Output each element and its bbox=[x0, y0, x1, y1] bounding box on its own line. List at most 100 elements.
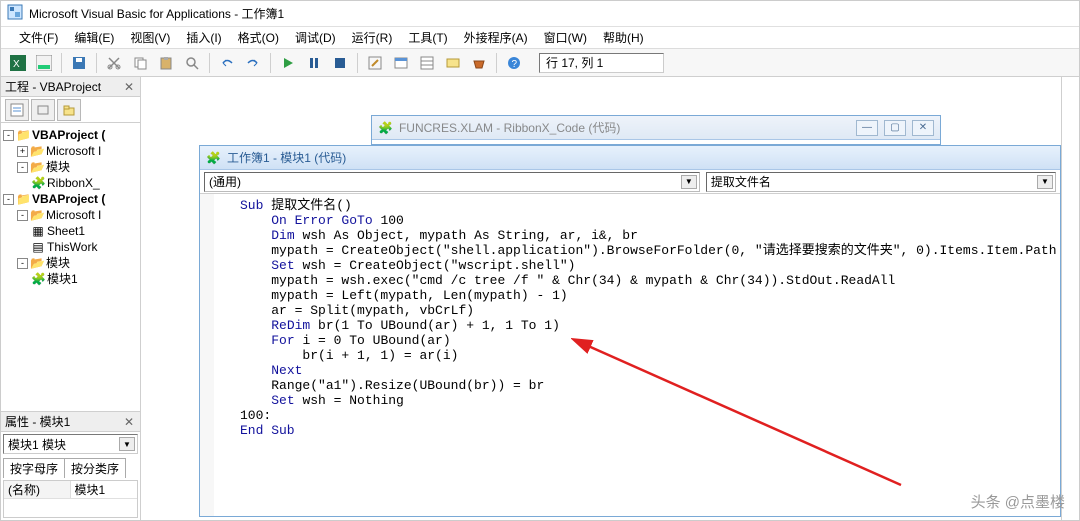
properties-panel: 属性 - 模块1 ✕ 模块1 模块▼ 按字母序 按分类序 (名称) 模块1 bbox=[1, 412, 140, 520]
chevron-down-icon: ▼ bbox=[1037, 175, 1053, 189]
copy-icon[interactable] bbox=[129, 52, 151, 74]
code-line[interactable]: Dim wsh As Object, mypath As String, ar,… bbox=[240, 228, 1054, 243]
menu-run[interactable]: 运行(R) bbox=[344, 27, 401, 48]
redo-icon[interactable] bbox=[242, 52, 264, 74]
save-icon[interactable] bbox=[68, 52, 90, 74]
chevron-down-icon: ▼ bbox=[681, 175, 697, 189]
tab-categorized[interactable]: 按分类序 bbox=[64, 458, 126, 478]
properties-grid[interactable]: (名称) 模块1 bbox=[3, 480, 138, 518]
menu-tools[interactable]: 工具(T) bbox=[400, 27, 455, 48]
menu-file[interactable]: 文件(F) bbox=[11, 27, 66, 48]
module-icon: 🧩 bbox=[206, 151, 221, 165]
code-line[interactable]: Next bbox=[240, 363, 1054, 378]
tab-alphabetic[interactable]: 按字母序 bbox=[3, 458, 65, 478]
properties-panel-title: 属性 - 模块1 bbox=[5, 413, 70, 430]
tree-module[interactable]: 🧩模块1 bbox=[3, 271, 138, 287]
help-icon[interactable]: ? bbox=[503, 52, 525, 74]
code-line[interactable]: Range("a1").Resize(UBound(br)) = br bbox=[240, 378, 1054, 393]
word-icon[interactable] bbox=[33, 52, 55, 74]
properties-icon[interactable] bbox=[416, 52, 438, 74]
project-tree[interactable]: -📁VBAProject ( +📂Microsoft I -📂模块 🧩Ribbo… bbox=[1, 123, 140, 412]
child-window-title: 工作簿1 - 模块1 (代码) bbox=[227, 149, 1054, 166]
module-icon: 🧩 bbox=[31, 175, 45, 191]
tree-workbook[interactable]: ▤ThisWork bbox=[3, 239, 138, 255]
svg-text:?: ? bbox=[512, 59, 518, 70]
tree-folder[interactable]: -📂模块 bbox=[3, 255, 138, 271]
menu-help[interactable]: 帮助(H) bbox=[595, 27, 652, 48]
code-line[interactable]: Set wsh = Nothing bbox=[240, 393, 1054, 408]
code-line[interactable]: End Sub bbox=[240, 423, 1054, 438]
code-line[interactable]: For i = 0 To UBound(ar) bbox=[240, 333, 1054, 348]
menu-debug[interactable]: 调试(D) bbox=[287, 27, 344, 48]
code-window-active[interactable]: 🧩 工作簿1 - 模块1 (代码) (通用) ▼ 提取文件名 ▼ Sub 提取文… bbox=[199, 145, 1061, 517]
object-dropdown[interactable]: (通用) ▼ bbox=[204, 172, 700, 192]
project-explorer-icon[interactable] bbox=[390, 52, 412, 74]
code-line[interactable]: mypath = CreateObject("shell.application… bbox=[240, 243, 1054, 258]
project-panel-toolbar bbox=[1, 97, 140, 123]
tree-sheet[interactable]: ▦Sheet1 bbox=[3, 223, 138, 239]
close-icon[interactable]: ✕ bbox=[122, 415, 136, 429]
mdi-client-area: 🧩 FUNCRES.XLAM - RibbonX_Code (代码) — ▢ ✕… bbox=[141, 77, 1079, 520]
properties-panel-header: 属性 - 模块1 ✕ bbox=[1, 412, 140, 432]
property-value[interactable]: 模块1 bbox=[71, 481, 138, 498]
find-icon[interactable] bbox=[181, 52, 203, 74]
view-object-icon[interactable] bbox=[31, 99, 55, 121]
menu-window[interactable]: 窗口(W) bbox=[536, 27, 595, 48]
tree-project[interactable]: -📁VBAProject ( bbox=[3, 191, 138, 207]
menu-edit[interactable]: 编辑(E) bbox=[66, 27, 122, 48]
project-panel-title: 工程 - VBAProject bbox=[5, 78, 101, 95]
code-line[interactable]: Set wsh = CreateObject("wscript.shell") bbox=[240, 258, 1054, 273]
minimize-button[interactable]: — bbox=[856, 120, 878, 136]
code-toolbar: (通用) ▼ 提取文件名 ▼ bbox=[200, 170, 1060, 194]
properties-object-dropdown[interactable]: 模块1 模块▼ bbox=[3, 434, 138, 454]
chevron-down-icon: ▼ bbox=[119, 437, 135, 451]
mdi-scrollbar[interactable] bbox=[1061, 77, 1079, 520]
undo-icon[interactable] bbox=[216, 52, 238, 74]
menu-insert[interactable]: 插入(I) bbox=[178, 27, 229, 48]
cut-icon[interactable] bbox=[103, 52, 125, 74]
tree-folder[interactable]: +📂Microsoft I bbox=[3, 143, 138, 159]
procedure-dropdown[interactable]: 提取文件名 ▼ bbox=[706, 172, 1056, 192]
window-title: Microsoft Visual Basic for Applications … bbox=[29, 5, 284, 22]
excel-icon[interactable]: X bbox=[7, 52, 29, 74]
reset-icon[interactable] bbox=[329, 52, 351, 74]
child-window-titlebar[interactable]: 🧩 工作簿1 - 模块1 (代码) bbox=[200, 146, 1060, 170]
child-window-title: FUNCRES.XLAM - RibbonX_Code (代码) bbox=[399, 119, 850, 136]
sheet-icon: ▦ bbox=[31, 223, 45, 239]
tree-module[interactable]: 🧩RibbonX_ bbox=[3, 175, 138, 191]
code-line[interactable]: mypath = Left(mypath, Len(mypath) - 1) bbox=[240, 288, 1054, 303]
break-icon[interactable] bbox=[303, 52, 325, 74]
close-icon[interactable]: ✕ bbox=[122, 80, 136, 94]
watermark: 头条 @点墨楼 bbox=[971, 491, 1065, 512]
code-line[interactable]: mypath = wsh.exec("cmd /c tree /f " & Ch… bbox=[240, 273, 1054, 288]
code-line[interactable]: ar = Split(mypath, vbCrLf) bbox=[240, 303, 1054, 318]
tree-project[interactable]: -📁VBAProject ( bbox=[3, 127, 138, 143]
design-icon[interactable] bbox=[364, 52, 386, 74]
code-line[interactable]: br(i + 1, 1) = ar(i) bbox=[240, 348, 1054, 363]
object-browser-icon[interactable] bbox=[442, 52, 464, 74]
toggle-folders-icon[interactable] bbox=[57, 99, 81, 121]
menu-view[interactable]: 视图(V) bbox=[122, 27, 178, 48]
code-line[interactable]: Sub 提取文件名() bbox=[240, 198, 1054, 213]
module-icon: 🧩 bbox=[31, 271, 45, 287]
tree-folder[interactable]: -📂模块 bbox=[3, 159, 138, 175]
close-button[interactable]: ✕ bbox=[912, 120, 934, 136]
menu-format[interactable]: 格式(O) bbox=[230, 27, 287, 48]
code-line[interactable]: On Error GoTo 100 bbox=[240, 213, 1054, 228]
child-window-titlebar[interactable]: 🧩 FUNCRES.XLAM - RibbonX_Code (代码) — ▢ ✕ bbox=[372, 116, 940, 140]
code-editor[interactable]: Sub 提取文件名() On Error GoTo 100 Dim wsh As… bbox=[200, 194, 1060, 516]
app-icon bbox=[7, 4, 23, 23]
titlebar: Microsoft Visual Basic for Applications … bbox=[1, 1, 1079, 27]
run-icon[interactable] bbox=[277, 52, 299, 74]
paste-icon[interactable] bbox=[155, 52, 177, 74]
view-code-icon[interactable] bbox=[5, 99, 29, 121]
menu-addins[interactable]: 外接程序(A) bbox=[456, 27, 536, 48]
code-line[interactable]: ReDim br(1 To UBound(ar) + 1, 1 To 1) bbox=[240, 318, 1054, 333]
tree-folder[interactable]: -📂Microsoft I bbox=[3, 207, 138, 223]
toolbox-icon[interactable] bbox=[468, 52, 490, 74]
properties-row[interactable]: (名称) 模块1 bbox=[4, 481, 137, 499]
svg-text:X: X bbox=[13, 59, 20, 70]
code-window-inactive[interactable]: 🧩 FUNCRES.XLAM - RibbonX_Code (代码) — ▢ ✕ bbox=[371, 115, 941, 145]
maximize-button[interactable]: ▢ bbox=[884, 120, 906, 136]
code-line[interactable]: 100: bbox=[240, 408, 1054, 423]
